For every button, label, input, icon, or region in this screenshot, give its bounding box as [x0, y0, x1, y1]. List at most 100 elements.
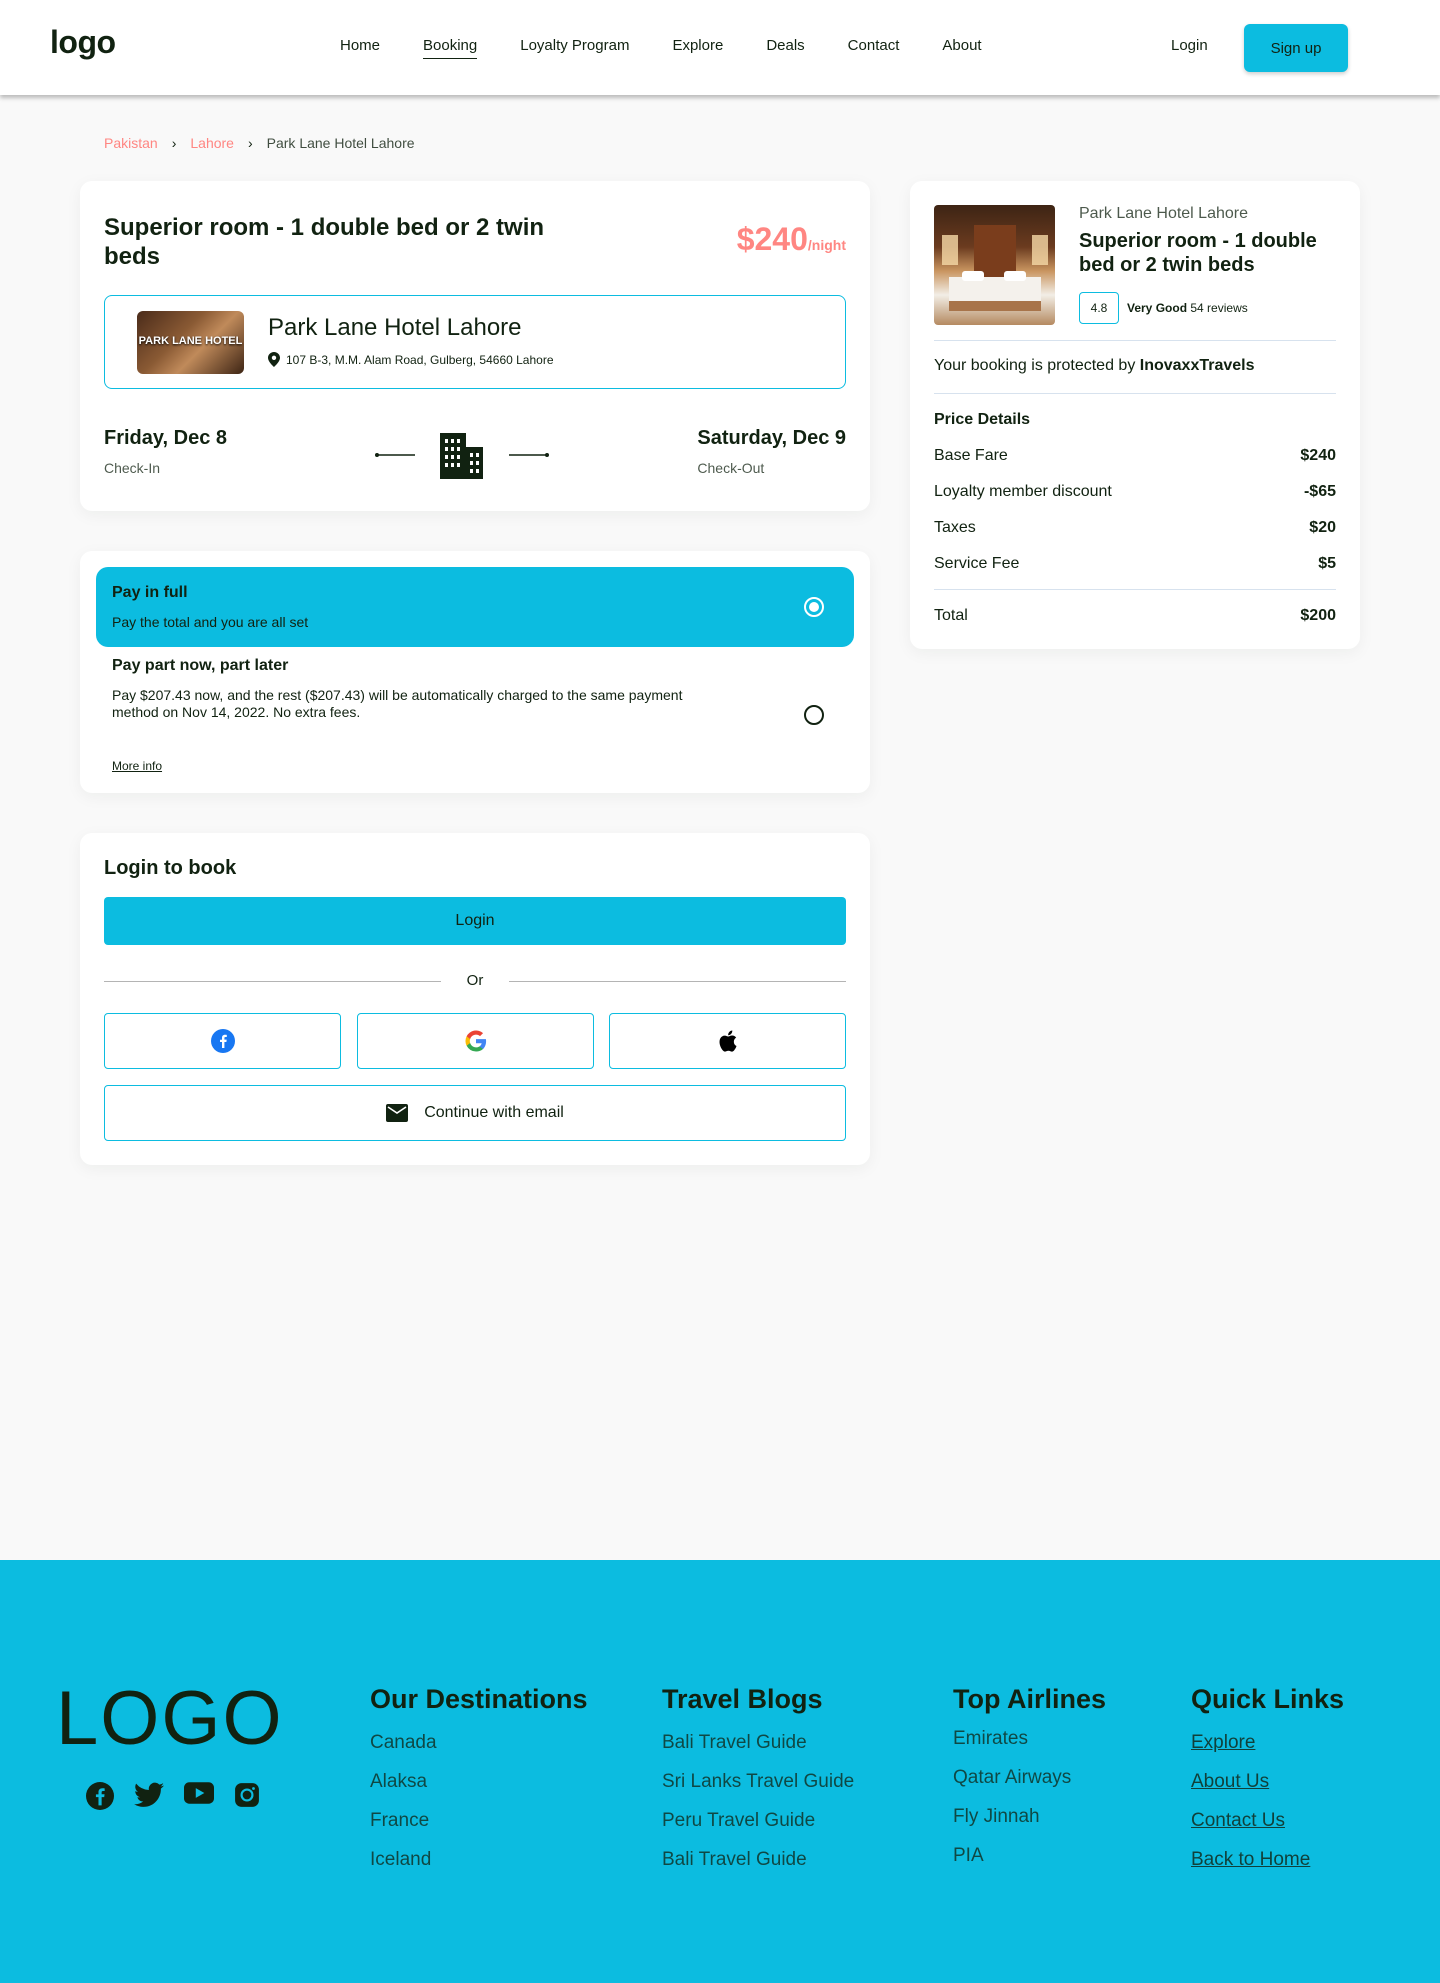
footer-column-blogs: Travel Blogs Bali Travel Guide Sri Lanks… — [662, 1684, 854, 1887]
nav-loyalty-program[interactable]: Loyalty Program — [520, 37, 629, 59]
chevron-right-icon: › — [171, 135, 177, 151]
nav-contact[interactable]: Contact — [848, 37, 900, 59]
footer-link[interactable]: Alaksa — [370, 1770, 588, 1793]
protection-brand: InovaxxTravels — [1139, 357, 1255, 374]
booking-summary-card: Park Lane Hotel Lahore Superior room - 1… — [910, 181, 1360, 649]
rating-label: Very Good — [1127, 301, 1188, 315]
nav-deals[interactable]: Deals — [766, 37, 804, 59]
pay-part-option[interactable]: Pay part now, part later Pay $207.43 now… — [96, 657, 854, 777]
price-row-value: $5 — [1318, 555, 1336, 572]
footer-link[interactable]: Canada — [370, 1731, 588, 1754]
checkout-label: Check-Out — [697, 460, 765, 476]
protection-prefix: Your booking is protected by — [934, 357, 1140, 374]
pay-in-full-radio[interactable] — [804, 597, 824, 617]
pay-part-radio[interactable] — [804, 705, 824, 725]
or-divider: Or — [104, 971, 846, 991]
footer-link[interactable]: PIA — [953, 1844, 1106, 1867]
price-amount: $240 — [736, 221, 808, 257]
room-price: $240/night — [737, 221, 846, 258]
hotel-address-text: 107 B-3, M.M. Alam Road, Gulberg, 54660 … — [286, 352, 554, 367]
facebook-login-button[interactable] — [104, 1013, 341, 1069]
price-row-label: Base Fare — [934, 447, 1008, 464]
main-nav: Home Booking Loyalty Program Explore Dea… — [340, 37, 1025, 59]
apple-login-button[interactable] — [609, 1013, 846, 1069]
footer-link[interactable]: Bali Travel Guide — [662, 1731, 854, 1754]
footer-column-airlines: Top Airlines Emirates Qatar Airways Fly … — [953, 1684, 1106, 1883]
pay-option-subtitle: Pay the total and you are all set — [112, 614, 309, 630]
total-label: Total — [934, 607, 968, 624]
nav-home[interactable]: Home — [340, 37, 380, 59]
pay-option-title: Pay part now, part later — [112, 657, 289, 674]
top-header: logo Home Booking Loyalty Program Explor… — [0, 0, 1440, 95]
location-pin-icon — [268, 352, 280, 367]
footer-link[interactable]: Bali Travel Guide — [662, 1848, 854, 1871]
rating-badge: 4.8 — [1079, 292, 1119, 324]
rating-text: Very Good 54 reviews — [1127, 301, 1248, 315]
pay-part-text: Pay part now, part later Pay $207.43 now… — [112, 657, 692, 721]
hotel-address: 107 B-3, M.M. Alam Road, Gulberg, 54660 … — [268, 352, 554, 367]
footer-link[interactable]: Peru Travel Guide — [662, 1809, 854, 1832]
nav-about[interactable]: About — [942, 37, 981, 59]
footer-column-title: Our Destinations — [370, 1684, 588, 1714]
pay-option-subtitle: Pay $207.43 now, and the rest ($207.43) … — [112, 687, 683, 720]
price-row-label: Service Fee — [934, 555, 1020, 572]
footer-column-quick-links: Quick Links Explore About Us Contact Us … — [1191, 1684, 1344, 1887]
divider — [934, 589, 1336, 590]
payment-options-card: Pay in full Pay the total and you are al… — [80, 551, 870, 793]
breadcrumb-hotel: Park Lane Hotel Lahore — [266, 135, 415, 151]
google-icon — [465, 1030, 486, 1052]
nav-explore[interactable]: Explore — [672, 37, 723, 59]
divider-line — [509, 981, 846, 982]
footer-link[interactable]: Sri Lanks Travel Guide — [662, 1770, 854, 1793]
divider — [934, 393, 1336, 394]
footer-column-destinations: Our Destinations Canada Alaksa France Ic… — [370, 1684, 588, 1887]
mail-icon — [386, 1104, 409, 1122]
footer-link[interactable]: Qatar Airways — [953, 1766, 1106, 1789]
login-button[interactable]: Login — [104, 897, 846, 945]
footer-link[interactable]: Iceland — [370, 1848, 588, 1871]
footer-link[interactable]: Back to Home — [1191, 1848, 1344, 1871]
price-row-value: $20 — [1309, 519, 1336, 536]
total-row: Total $200 — [934, 607, 1336, 625]
footer-link[interactable]: About Us — [1191, 1770, 1344, 1793]
google-login-button[interactable] — [357, 1013, 594, 1069]
nav-booking[interactable]: Booking — [423, 37, 478, 59]
price-row-label: Taxes — [934, 519, 976, 536]
footer-link[interactable]: Emirates — [953, 1727, 1106, 1750]
site-logo[interactable]: logo — [50, 24, 116, 61]
price-unit: /night — [807, 237, 846, 253]
instagram-icon[interactable] — [234, 1782, 260, 1808]
header-login-link[interactable]: Login — [1171, 37, 1208, 54]
review-count: 54 reviews — [1190, 301, 1248, 315]
footer-link[interactable]: Explore — [1191, 1731, 1344, 1754]
footer-link[interactable]: Contact Us — [1191, 1809, 1344, 1832]
pay-in-full-option[interactable]: Pay in full Pay the total and you are al… — [96, 567, 854, 647]
signup-button[interactable]: Sign up — [1244, 24, 1348, 72]
summary-hotel-name: Park Lane Hotel Lahore — [1079, 205, 1248, 222]
room-title: Superior room - 1 double bed or 2 twin b… — [104, 214, 545, 270]
price-row-value: $240 — [1300, 447, 1336, 464]
more-info-link[interactable]: More info — [112, 759, 162, 773]
footer-link[interactable]: France — [370, 1809, 588, 1832]
breadcrumb-city[interactable]: Lahore — [190, 135, 234, 151]
login-card-title: Login to book — [104, 857, 237, 879]
footer-link[interactable]: Fly Jinnah — [953, 1805, 1106, 1828]
breadcrumb-country[interactable]: Pakistan — [104, 135, 158, 151]
price-row-label: Loyalty member discount — [934, 483, 1112, 500]
twitter-icon[interactable] — [134, 1782, 164, 1808]
chevron-right-icon: › — [247, 135, 253, 151]
continue-with-email-button[interactable]: Continue with email — [104, 1085, 846, 1141]
pay-in-full-text: Pay in full Pay the total and you are al… — [112, 584, 308, 630]
summary-room-title: Superior room - 1 double bed or 2 twin b… — [1079, 230, 1317, 276]
footer-column-title: Travel Blogs — [662, 1684, 823, 1714]
pay-option-title: Pay in full — [112, 584, 188, 601]
checkin-label: Check-In — [104, 460, 161, 476]
facebook-icon[interactable] — [86, 1782, 114, 1810]
footer-logo[interactable]: LOGO — [56, 1675, 284, 1762]
divider — [934, 340, 1336, 341]
hotel-info-box: PARK LANE HOTEL Park Lane Hotel Lahore 1… — [104, 295, 846, 389]
login-to-book-card: Login to book Login Or Continue with ema… — [80, 833, 870, 1165]
hotel-name: Park Lane Hotel Lahore — [268, 314, 522, 341]
email-button-label: Continue with email — [424, 1104, 564, 1121]
youtube-icon[interactable] — [184, 1782, 214, 1804]
